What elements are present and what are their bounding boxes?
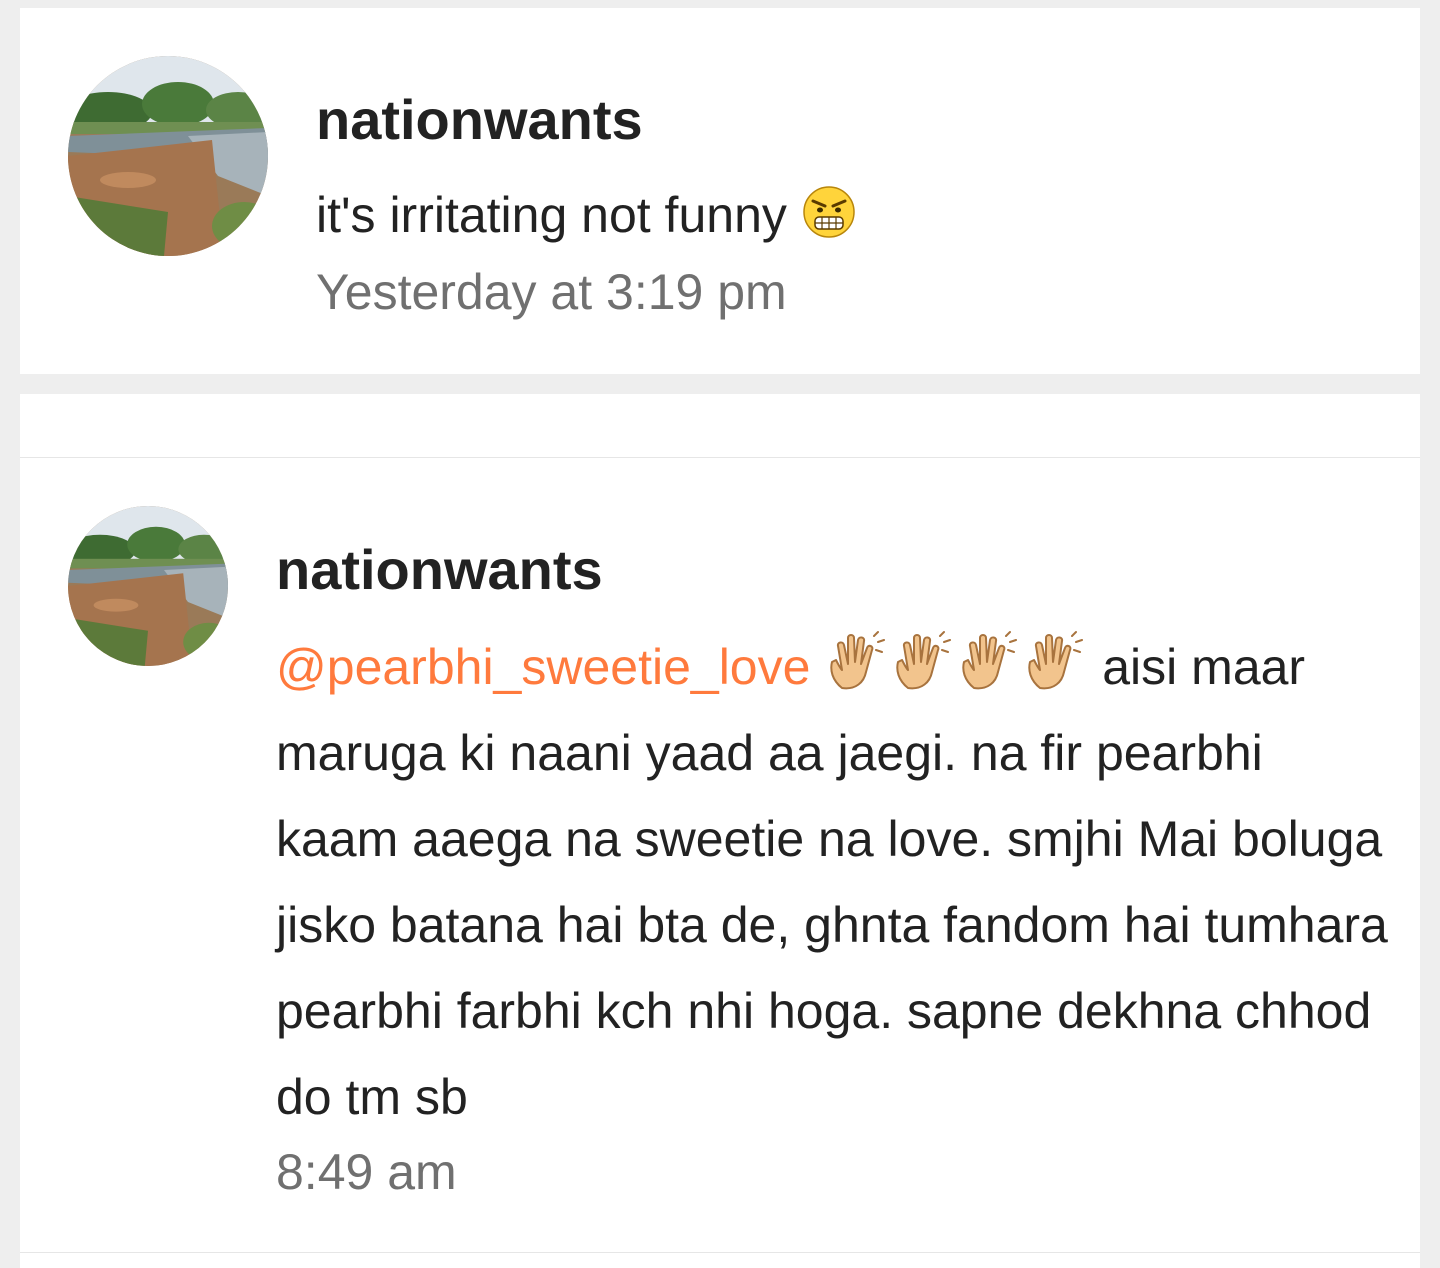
comment-text: @pearbhi_sweetie_love aisi maar maruga k… [276,624,1396,1140]
waving-hand-icon [824,630,888,692]
divider [20,1252,1420,1253]
waving-hand-icon [956,630,1020,692]
comment-card: nationwants it's irritating not funny Ye… [20,8,1420,374]
landscape-photo [68,56,268,256]
comment-card: nationwants @pearbhi_sweetie_love aisi m… [20,394,1420,1268]
timestamp: 8:49 am [276,1144,457,1200]
username[interactable]: nationwants [316,88,643,152]
username[interactable]: nationwants [276,538,603,602]
comment-body: aisi maar maruga ki naani yaad aa jaegi.… [276,639,1388,1125]
landscape-photo [68,506,228,666]
timestamp: Yesterday at 3:19 pm [316,264,787,320]
comment-text: it's irritating not funny [316,172,857,258]
waving-hand-icon [1022,630,1086,692]
avatar[interactable] [68,56,268,256]
waving-hand-icon [890,630,954,692]
comment-body: it's irritating not funny [316,187,787,243]
mention-link[interactable]: @pearbhi_sweetie_love [276,639,810,695]
avatar[interactable] [68,506,228,666]
divider [20,457,1420,458]
grimacing-angry-face-icon [801,184,857,240]
